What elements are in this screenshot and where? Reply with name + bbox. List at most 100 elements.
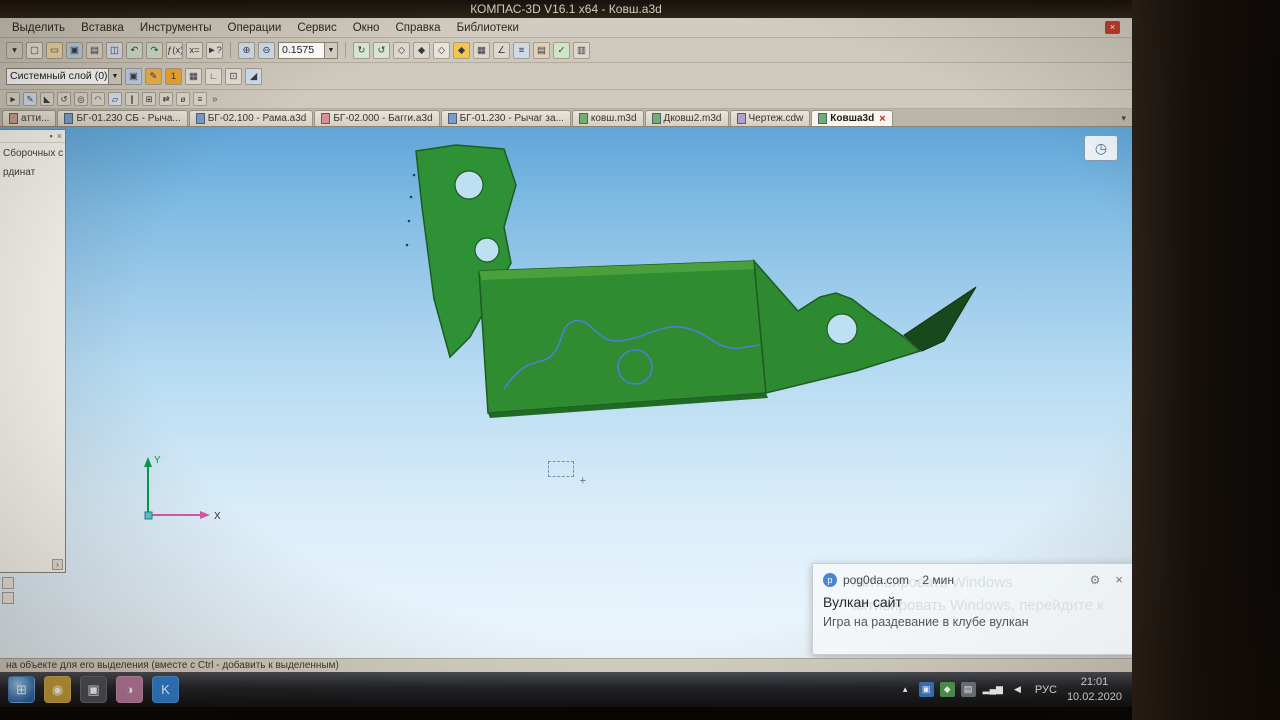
snap-icon[interactable]: ⊡ [225,68,242,85]
volume-icon[interactable]: ◀ [1010,682,1025,697]
panel-side-tab[interactable] [2,592,14,604]
zoom-scale-value: 0.1575 [279,44,324,56]
check-document-icon[interactable]: ✓ [553,42,570,59]
zoom-out-icon[interactable]: ⊖ [258,42,275,59]
document-tab[interactable]: Чертеж.cdw [730,110,811,126]
chevron-down-icon[interactable]: ▼ [324,43,337,58]
document-tab[interactable]: БГ-01.230 СБ - Рыча... [57,110,187,126]
tab-label: атти... [21,113,49,124]
pin-icon[interactable]: ▪ [50,131,53,141]
tab-close-icon[interactable]: × [879,113,885,125]
tree-item[interactable]: Сборочных с [0,143,65,162]
tree-item[interactable]: рдинат [0,162,65,181]
start-button[interactable]: ⊞ [8,676,35,703]
library-icon[interactable]: ▤ [533,42,550,59]
gear-icon[interactable]: ⚙ [1090,573,1101,587]
pointer-icon[interactable]: ► [6,92,20,106]
menu-item[interactable]: Выделить [12,22,65,34]
layer-number-badge[interactable]: 1 [165,68,182,85]
formula-icon[interactable]: ƒ(x) [166,42,183,59]
panel-close-icon[interactable]: × [57,131,62,141]
display-tray-icon[interactable]: ▤ [961,682,976,697]
language-indicator[interactable]: РУС [1033,684,1059,696]
paint-icon[interactable]: ◑ [116,676,143,703]
model-viewport[interactable]: ▪ × Сборочных с рдинат › ◷ [0,127,1132,658]
section-view-icon[interactable]: ∠ [493,42,510,59]
revolve-icon[interactable]: ↺ [57,92,71,106]
menu-item[interactable]: Инструменты [140,22,212,34]
menu-item[interactable]: Библиотеки [457,22,519,34]
orientation-front-icon[interactable]: ◇ [393,42,410,59]
selection-cursor [548,461,574,477]
kompas-tray-icon[interactable]: ▣ [919,682,934,697]
tab-label: Чертеж.cdw [749,113,804,124]
redo-icon[interactable]: ↷ [146,42,163,59]
open-folder-icon[interactable]: ▭ [46,42,63,59]
orientation-iso-icon[interactable]: ◆ [413,42,430,59]
kompas-icon[interactable]: K [152,676,179,703]
shield-tray-icon[interactable]: ◆ [940,682,955,697]
view-orientation-indicator[interactable]: ◷ [1084,135,1118,161]
chevron-down-icon[interactable]: ▼ [108,69,121,84]
document-tab[interactable]: БГ-02.000 - Багги.a3d [314,110,439,126]
display-wireframe-icon[interactable]: ◇ [433,42,450,59]
model-3d-part[interactable] [368,139,998,434]
ortho-mode-icon[interactable]: ∟ [205,68,222,85]
close-icon[interactable]: × [1115,572,1123,587]
report-icon[interactable]: ▥ [573,42,590,59]
menu-item[interactable]: Вставка [81,22,124,34]
variables-icon[interactable]: x= [186,42,203,59]
measure-icon[interactable]: ø [176,92,190,106]
zoom-scale-combo[interactable]: 0.1575 ▼ [278,42,338,59]
browser-notification[interactable]: p pog0da.com · 2 мин ⚙ × Вулкан сайт Игр… [812,563,1132,655]
toolbar-more-icon[interactable]: » [210,94,220,105]
panel-side-tab[interactable] [2,577,14,589]
taskbar-clock[interactable]: 21:01 10.02.2020 [1067,675,1124,704]
menu-item[interactable]: Операции [228,22,282,34]
preview-icon[interactable]: ◫ [106,42,123,59]
current-layer-combo[interactable]: Системный слой (0) ▼ [6,68,122,85]
document-tab[interactable]: ковш.m3d [572,110,644,126]
brush-style-icon[interactable]: ◢ [245,68,262,85]
hole-icon[interactable]: ◎ [74,92,88,106]
print-icon[interactable]: ▤ [86,42,103,59]
chrome-icon[interactable]: ◉ [44,676,71,703]
menu-item[interactable]: Окно [353,22,380,34]
save-icon[interactable]: ▣ [66,42,83,59]
document-tab[interactable]: БГ-01.230 - Рычаг за... [441,110,571,126]
pencil-current-layer-icon[interactable]: ✎ [145,68,162,85]
grid-icon[interactable]: ▦ [185,68,202,85]
hidden-lines-icon[interactable]: ▦ [473,42,490,59]
menu-item[interactable]: Сервис [297,22,336,34]
rotate-view-icon[interactable]: ↺ [373,42,390,59]
document-tab[interactable]: атти... [2,110,56,126]
properties-icon[interactable]: ≡ [193,92,207,106]
document-tab[interactable]: БГ-02.100 - Рама.a3d [189,110,314,126]
explorer-icon[interactable]: ▣ [80,676,107,703]
axis-icon[interactable]: ∥ [125,92,139,106]
plane-icon[interactable]: ▱ [108,92,122,106]
hidden-icons-arrow[interactable]: ▴ [898,682,913,697]
document-tab[interactable]: Дковш2.m3d [645,110,729,126]
fillet-icon[interactable]: ◠ [91,92,105,106]
document-tab[interactable]: Ковша3d × [811,110,892,126]
clock-date: 10.02.2020 [1067,690,1122,704]
network-icon[interactable]: ▂▄▆ [982,682,1004,697]
mirror-icon[interactable]: ⇄ [159,92,173,106]
array-icon[interactable]: ⊞ [142,92,156,106]
layer-states-icon[interactable]: ▣ [125,68,142,85]
help-pointer-icon[interactable]: ►? [206,42,223,59]
refresh-view-icon[interactable]: ↻ [353,42,370,59]
new-document-icon[interactable]: ▢ [26,42,43,59]
panel-scroll-arrow-icon[interactable]: › [52,559,63,570]
extrude-icon[interactable]: ◣ [40,92,54,106]
display-shaded-icon[interactable]: ◆ [453,42,470,59]
tab-overflow-arrow-icon[interactable]: ▾ [1121,113,1130,126]
toolbar-options-arrow-icon[interactable]: ▾ [6,42,23,59]
window-close-icon[interactable]: × [1105,21,1120,34]
menu-item[interactable]: Справка [395,22,440,34]
model-tree-icon[interactable]: ≡ [513,42,530,59]
zoom-in-icon[interactable]: ⊕ [238,42,255,59]
sketch-icon[interactable]: ✎ [23,92,37,106]
undo-icon[interactable]: ↶ [126,42,143,59]
